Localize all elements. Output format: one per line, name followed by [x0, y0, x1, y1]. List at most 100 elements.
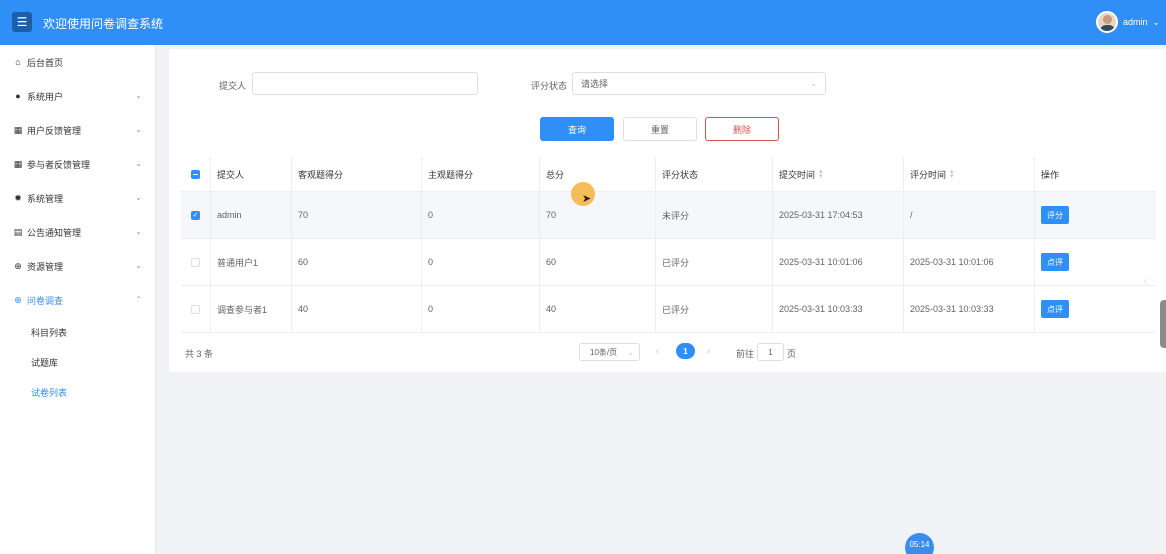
row-checkbox-cell[interactable]: ✓ [181, 192, 211, 238]
cell-subjective: 0 [422, 286, 540, 332]
user-menu[interactable]: admin ⌄ [1095, 11, 1160, 33]
cell-total: 60 [540, 239, 656, 285]
top-header: ☰ 欢迎使用问卷调查系统 admin ⌄ [0, 0, 1166, 45]
chevron-left-icon[interactable]: ‹ [1143, 272, 1148, 288]
cell-subjective: 0 [422, 239, 540, 285]
cell-operation: 点评 [1035, 239, 1156, 285]
sidebar-item-system-management[interactable]: ✹ 系统管理 ⌄ [0, 181, 155, 215]
side-drawer-handle[interactable] [1160, 300, 1166, 348]
sidebar-subitem-paper-list[interactable]: 试卷列表 [0, 377, 155, 407]
doc-icon: ▤ [13, 226, 23, 237]
main-content: 提交人 评分状态 请选择 ⌄ 查询 重置 删除 提交人 客观题得分 主观题得分 … [169, 49, 1166, 372]
review-button[interactable]: 点评 [1041, 300, 1069, 318]
cell-submitter: 调查参与者1 [211, 286, 292, 332]
sidebar-item-label: 后台首页 [27, 57, 64, 68]
cell-status: 已评分 [656, 239, 773, 285]
status-select[interactable]: 请选择 ⌄ [572, 72, 826, 95]
current-page-button[interactable]: 1 [676, 343, 695, 359]
chevron-down-icon[interactable]: ⌄ [1152, 17, 1160, 28]
score-button[interactable]: 评分 [1041, 206, 1069, 224]
column-header: 主观题得分 [422, 157, 540, 191]
row-checkbox[interactable]: ✓ [191, 210, 200, 220]
sidebar-item-participant-feedback[interactable]: ▦ 参与者反馈管理 ⌄ [0, 147, 155, 181]
cell-status: 已评分 [656, 286, 773, 332]
hamburger-icon: ☰ [16, 15, 28, 29]
sidebar-item-label: 用户反馈管理 [27, 125, 82, 136]
status-select-placeholder: 请选择 [581, 79, 609, 89]
table-row[interactable]: 调查参与者1 40 0 40 已评分 2025-03-31 10:03:33 2… [181, 286, 1156, 333]
row-checkbox-cell[interactable] [181, 286, 211, 332]
cell-submit-time: 2025-03-31 17:04:53 [773, 192, 904, 238]
table-row[interactable]: 普通用户1 60 0 60 已评分 2025-03-31 10:01:06 20… [181, 239, 1156, 286]
chevron-down-icon: ⌄ [135, 261, 142, 270]
goto-label: 前往 [736, 349, 755, 359]
cell-submit-time: 2025-03-31 10:03:33 [773, 286, 904, 332]
plus-circle-icon: ⊕ [14, 260, 22, 271]
cell-submitter: admin [211, 192, 292, 238]
column-header: 评分状态 [656, 157, 773, 191]
select-all-checkbox[interactable] [191, 169, 200, 179]
chevron-down-icon: ⌄ [135, 159, 142, 168]
goto-suffix: 页 [787, 349, 797, 359]
pagination-total: 共 3 条 [185, 349, 214, 359]
chevron-down-icon: ⌄ [810, 79, 817, 88]
survey-table: 提交人 客观题得分 主观题得分 总分 评分状态 提交时间 ▴ ▾ 评分时间 ▴ ▾ … [181, 157, 1156, 333]
row-checkbox-cell[interactable] [181, 239, 211, 285]
gear-icon: ✹ [14, 192, 22, 203]
sidebar-subitem-question-bank[interactable]: 试题库 [0, 347, 155, 377]
user-icon: ● [15, 91, 21, 101]
sidebar-item-system-users[interactable]: ● 系统用户 ⌄ [0, 79, 155, 113]
sidebar-item-survey[interactable]: ⊕ 问卷调查 ⌃ [0, 283, 155, 317]
sort-icon[interactable]: ▴ ▾ [819, 168, 823, 180]
sidebar-item-label: 系统管理 [27, 193, 64, 204]
sort-icon[interactable]: ▴ ▾ [950, 168, 954, 180]
next-page-icon[interactable]: › [707, 346, 710, 356]
cell-score-time: 2025-03-31 10:01:06 [904, 239, 1035, 285]
sidebar-item-label: 系统用户 [27, 91, 64, 102]
cell-submit-time: 2025-03-31 10:01:06 [773, 239, 904, 285]
grid-icon: ▦ [13, 124, 23, 135]
cell-operation: 点评 [1035, 286, 1156, 332]
page-size-select[interactable]: 10条/页 ⌄ [579, 343, 640, 361]
reset-button[interactable]: 重置 [623, 117, 697, 141]
cell-subjective: 0 [422, 192, 540, 238]
table-row[interactable]: ✓ admin 70 0 70 未评分 2025-03-31 17:04:53 … [181, 192, 1156, 239]
column-header-label: 提交时间 [779, 169, 816, 180]
cell-operation: 评分 [1035, 192, 1156, 238]
cell-score-time: / [904, 192, 1035, 238]
column-header: 提交人 [211, 157, 292, 191]
review-button[interactable]: 点评 [1041, 253, 1069, 271]
sidebar-item-user-feedback[interactable]: ▦ 用户反馈管理 ⌄ [0, 113, 155, 147]
header-checkbox-cell[interactable] [181, 157, 211, 191]
cell-objective: 60 [292, 239, 422, 285]
search-button[interactable]: 查询 [540, 117, 614, 141]
chevron-down-icon: ⌄ [135, 125, 142, 134]
cell-score-time: 2025-03-31 10:03:33 [904, 286, 1035, 332]
column-header-sortable[interactable]: 评分时间 ▴ ▾ [904, 157, 1035, 191]
grid-icon: ▦ [13, 158, 23, 169]
cell-total: 40 [540, 286, 656, 332]
sidebar-item-label: 公告通知管理 [27, 227, 82, 238]
sidebar: ⌂ 后台首页 ● 系统用户 ⌄ ▦ 用户反馈管理 ⌄ ▦ 参与者反馈管理 ⌄ ✹… [0, 45, 156, 554]
row-checkbox[interactable] [191, 257, 200, 267]
goto-page-input[interactable]: 1 [757, 343, 784, 361]
sidebar-item-resources[interactable]: ⊕ 资源管理 ⌄ [0, 249, 155, 283]
menu-toggle-button[interactable]: ☰ [12, 12, 32, 32]
chevron-down-icon: ⌄ [135, 227, 142, 236]
column-header-sortable[interactable]: 提交时间 ▴ ▾ [773, 157, 904, 191]
submitter-input[interactable] [252, 72, 478, 95]
cell-total: 70 [540, 192, 656, 238]
cell-submitter: 普通用户1 [211, 239, 292, 285]
avatar[interactable] [1095, 11, 1118, 33]
delete-button[interactable]: 删除 [705, 117, 779, 141]
row-checkbox[interactable] [191, 304, 200, 314]
app-title: 欢迎使用问卷调查系统 [43, 17, 164, 31]
username[interactable]: admin [1123, 17, 1148, 27]
cell-objective: 40 [292, 286, 422, 332]
sidebar-subitem-subjects[interactable]: 科目列表 [0, 317, 155, 347]
sidebar-item-label: 问卷调查 [27, 295, 64, 306]
sidebar-item-home[interactable]: ⌂ 后台首页 [0, 45, 155, 79]
column-header: 总分 [540, 157, 656, 191]
sidebar-item-announcements[interactable]: ▤ 公告通知管理 ⌄ [0, 215, 155, 249]
prev-page-icon[interactable]: ‹ [656, 346, 659, 356]
